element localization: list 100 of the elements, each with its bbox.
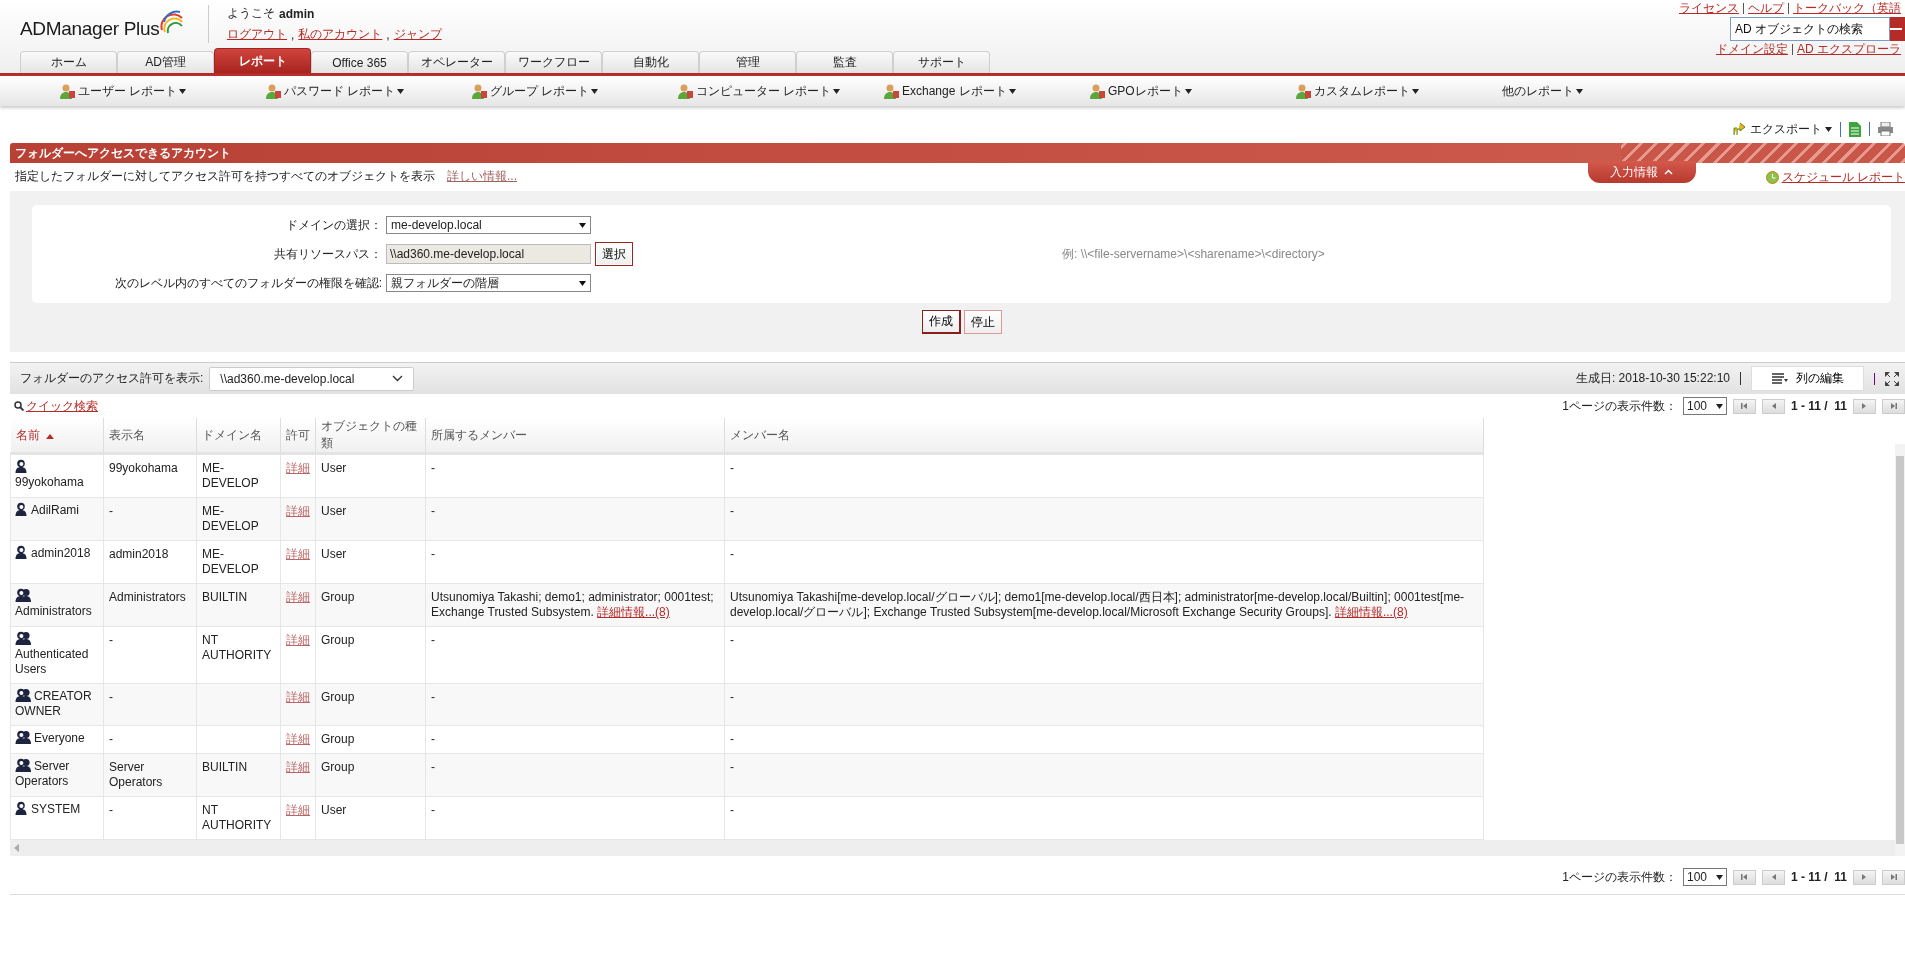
report-menu[interactable]: GPOレポート bbox=[1090, 82, 1296, 100]
details-link[interactable]: 詳細 bbox=[286, 633, 310, 647]
table-cell: - bbox=[724, 683, 1484, 726]
header-link[interactable]: ジャンプ bbox=[393, 26, 442, 43]
header-link[interactable]: ドメイン設定 bbox=[1716, 42, 1788, 56]
document-icon[interactable] bbox=[1849, 121, 1861, 137]
report-title: フォルダーへアクセスできるアカウント bbox=[10, 143, 1905, 163]
table-cell: - bbox=[103, 626, 197, 684]
scroll-left-icon bbox=[14, 844, 19, 852]
first-page-button[interactable] bbox=[1732, 869, 1756, 885]
header-link[interactable]: AD エクスプローラ bbox=[1797, 42, 1901, 56]
table-cell: - bbox=[425, 626, 725, 684]
per-page-label: 1ページの表示件数： bbox=[1562, 868, 1677, 886]
report-menu[interactable]: ユーザー レポート bbox=[60, 82, 266, 100]
table-cell: Everyone bbox=[10, 725, 104, 754]
nav-tab[interactable]: オペレーター bbox=[408, 51, 505, 73]
prev-page-button[interactable] bbox=[1761, 398, 1785, 414]
per-page-select[interactable]: 100 bbox=[1682, 868, 1727, 886]
table-cell: User bbox=[315, 540, 426, 584]
nav-tab[interactable]: 管理 bbox=[699, 51, 796, 73]
action-button[interactable]: 作成 bbox=[921, 310, 961, 334]
printer-icon[interactable] bbox=[1878, 122, 1893, 136]
nav-tab[interactable]: レポート bbox=[214, 48, 311, 73]
action-button[interactable]: 停止 bbox=[963, 310, 1002, 334]
header-link[interactable]: トークバック（英語 bbox=[1793, 1, 1901, 15]
first-page-button[interactable] bbox=[1732, 398, 1756, 414]
export-menu[interactable]: エクスポート bbox=[1725, 122, 1840, 136]
path-example-hint: 例: \\<file-servername>\<sharename>\<directory> bbox=[1062, 245, 1325, 263]
user-icon bbox=[15, 502, 28, 516]
table-cell: Utsunomiya Takashi; demo1; administrator; 0001test; Exchange Trusted Subsystem. 詳細情報...(8) bbox=[425, 583, 725, 627]
header-link[interactable]: ライセンス bbox=[1679, 1, 1739, 15]
table-cell: admin2018 bbox=[10, 540, 104, 584]
report-menu[interactable]: Exchange レポート bbox=[884, 82, 1090, 100]
skip-forward-icon bbox=[1889, 874, 1898, 880]
view-label: フォルダーのアクセス許可を表示: bbox=[20, 370, 204, 387]
nav-tab[interactable]: ホーム bbox=[20, 51, 117, 73]
column-header[interactable]: 表示名 bbox=[103, 418, 197, 454]
person-report-icon bbox=[1296, 83, 1312, 99]
sort-up-icon bbox=[45, 433, 54, 439]
fullscreen-icon[interactable] bbox=[1885, 371, 1899, 386]
table-cell: Group bbox=[315, 583, 426, 627]
table-cell: AdilRami bbox=[10, 497, 104, 541]
person-report-icon bbox=[678, 83, 694, 99]
per-page-select[interactable]: 100 bbox=[1682, 397, 1727, 415]
last-page-button[interactable] bbox=[1882, 398, 1905, 414]
schedule-report-link[interactable]: スケジュール レポート bbox=[1781, 169, 1905, 186]
folder-dropdown[interactable]: \\ad360.me-develop.local bbox=[209, 366, 415, 391]
nav-tab[interactable]: 自動化 bbox=[602, 51, 699, 73]
search-field[interactable]: AD オブジェクトの検索 bbox=[1730, 17, 1890, 41]
export-arrow-icon bbox=[1733, 122, 1747, 136]
column-header[interactable]: 所属するメンバー bbox=[425, 418, 725, 454]
column-header[interactable]: オブジェクトの種類 bbox=[315, 418, 426, 454]
report-menu[interactable]: コンピューター レポート bbox=[678, 82, 884, 100]
prev-page-button[interactable] bbox=[1761, 869, 1785, 885]
table-cell: - bbox=[724, 497, 1484, 541]
nav-tab[interactable]: AD管理 bbox=[117, 51, 214, 73]
more-info-link[interactable]: 詳しい情報... bbox=[447, 169, 517, 183]
dropdown-field[interactable]: 親フォルダーの階層 bbox=[386, 274, 591, 292]
next-page-button[interactable] bbox=[1853, 398, 1876, 414]
next-page-button[interactable] bbox=[1853, 869, 1876, 885]
nav-tab[interactable]: サポート bbox=[893, 51, 990, 73]
report-menu[interactable]: グループ レポート bbox=[472, 82, 678, 100]
report-menu[interactable]: カスタムレポート bbox=[1296, 82, 1502, 100]
column-header[interactable]: ドメイン名 bbox=[196, 418, 281, 454]
header-link[interactable]: ログアウト bbox=[227, 26, 287, 43]
report-menu[interactable]: パスワード レポート bbox=[266, 82, 472, 100]
search-button[interactable] bbox=[1890, 17, 1905, 41]
table-cell: Group bbox=[315, 683, 426, 726]
table-cell: Utsunomiya Takashi[me-develop.local/グローバル]; demo1[me-develop.local/西日本]; administrator[me-develop.local/Builtin]; 0001test[me-develop.local/グローバル]; Exchange Trusted Subsystem[me-develop.local/Microsoft Exchange Security Groups]. 詳細情報...(8) bbox=[724, 583, 1484, 627]
person-report-icon bbox=[472, 83, 488, 99]
input-toggle-tab[interactable]: 入力情報 bbox=[1587, 161, 1696, 183]
path-field[interactable]: \\ad360.me-develop.local bbox=[386, 244, 591, 264]
nav-tab[interactable]: Office 365 bbox=[311, 51, 408, 73]
nav-tab[interactable]: ワークフロー bbox=[505, 51, 602, 73]
caret-icon bbox=[579, 222, 586, 228]
edit-columns-button[interactable]: 列の編集 bbox=[1751, 366, 1864, 391]
table-cell: ME-DEVELOP bbox=[196, 453, 281, 498]
report-menu[interactable]: 他のレポート bbox=[1502, 82, 1708, 100]
column-header[interactable]: メンバー名 bbox=[724, 418, 1484, 454]
table-cell: NT AUTHORITY bbox=[196, 626, 281, 684]
more-members-link[interactable]: 詳細情報...(8) bbox=[597, 605, 670, 619]
select-button[interactable]: 選択 bbox=[595, 242, 633, 266]
column-header[interactable]: 許可 bbox=[280, 418, 316, 454]
caret-icon bbox=[1576, 88, 1583, 94]
column-header[interactable]: 名前 bbox=[10, 418, 104, 454]
nav-tab[interactable]: 監査 bbox=[796, 51, 893, 73]
report-description: 指定したフォルダーに対してアクセス許可を持つすべてのオブジェクトを表示 詳しい情報... bbox=[15, 168, 517, 185]
chevron-down-icon bbox=[392, 375, 404, 382]
last-page-button[interactable] bbox=[1882, 869, 1905, 885]
more-members-link[interactable]: 詳細情報...(8) bbox=[1334, 605, 1408, 619]
separator: , bbox=[291, 27, 295, 42]
quick-search-link[interactable]: クイック検索 bbox=[26, 397, 98, 415]
header-link[interactable]: 私のアカウント bbox=[298, 26, 383, 43]
dropdown-field[interactable]: me-develop.local bbox=[386, 216, 591, 234]
search-icon bbox=[14, 401, 24, 411]
table-cell: Server Operators bbox=[103, 753, 197, 797]
caret-icon bbox=[1825, 126, 1832, 132]
skip-back-icon bbox=[1740, 874, 1749, 880]
schedule-icon bbox=[1765, 171, 1779, 184]
header-link[interactable]: ヘルプ bbox=[1748, 1, 1784, 15]
